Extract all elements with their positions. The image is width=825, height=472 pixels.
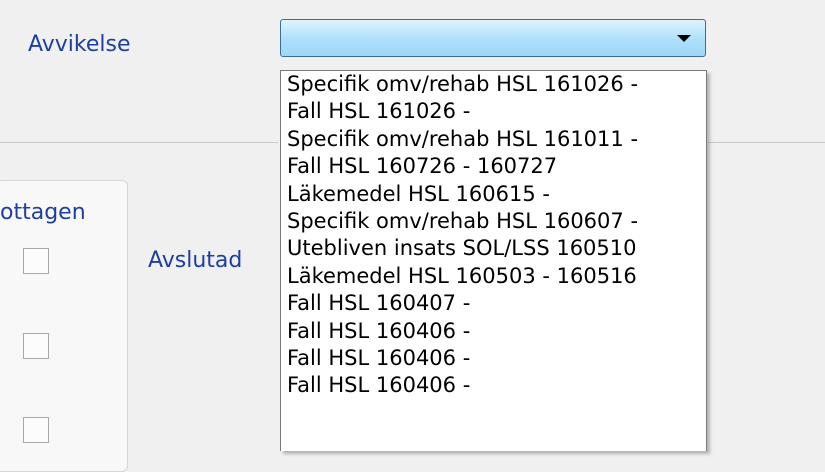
received-checkbox[interactable] (23, 333, 49, 359)
separator-line (0, 142, 278, 143)
dropdown-option[interactable]: Specifik omv/rehab HSL 161011 - (281, 126, 706, 153)
dropdown-option[interactable]: Fall HSL 160407 - (281, 290, 706, 317)
dropdown-arrow-icon[interactable] (677, 35, 691, 42)
dropdown-option[interactable]: Specifik omv/rehab HSL 161026 - (281, 71, 706, 98)
dropdown-option[interactable]: Fall HSL 160726 - 160727 (281, 153, 706, 180)
closed-label: Avslutad (148, 248, 243, 273)
deviation-label: Avvikelse (28, 32, 131, 57)
received-label: ottagen (0, 200, 86, 225)
received-checkbox[interactable] (23, 417, 49, 443)
deviation-combobox[interactable] (280, 19, 706, 57)
dropdown-option[interactable]: Fall HSL 161026 - (281, 98, 706, 125)
separator-line (708, 142, 825, 143)
dropdown-option[interactable]: Fall HSL 160406 - (281, 318, 706, 345)
dropdown-option[interactable]: Läkemedel HSL 160615 - (281, 181, 706, 208)
dropdown-option[interactable]: Läkemedel HSL 160503 - 160516 (281, 263, 706, 290)
dropdown-option[interactable]: Fall HSL 160406 - (281, 372, 706, 399)
dropdown-option[interactable]: Specifik omv/rehab HSL 160607 - (281, 208, 706, 235)
dropdown-option[interactable]: Fall HSL 160406 - (281, 345, 706, 372)
received-checkbox[interactable] (23, 248, 49, 274)
dropdown-option[interactable]: Utebliven insats SOL/LSS 160510 (281, 235, 706, 262)
dropdown-list[interactable]: Specifik omv/rehab HSL 161026 - Fall HSL… (280, 70, 707, 451)
